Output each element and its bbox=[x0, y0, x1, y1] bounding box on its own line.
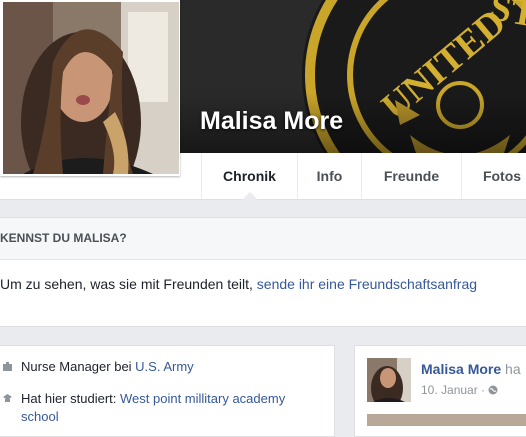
globe-icon[interactable] bbox=[488, 385, 498, 395]
tab-info[interactable]: Info bbox=[297, 153, 361, 199]
profile-photo-image bbox=[3, 2, 179, 174]
graduation-cap-icon bbox=[3, 394, 12, 402]
timeline-post: Malisa More ha 10. Januar · bbox=[354, 345, 526, 437]
post-date[interactable]: 10. Januar bbox=[421, 383, 478, 397]
tab-freunde[interactable]: Freunde bbox=[361, 153, 461, 199]
education-item: Hat hier studiert: West point millitary … bbox=[3, 390, 311, 426]
send-friend-request-link[interactable]: sende ihr eine Freundschaftsanfrag bbox=[257, 276, 477, 292]
tab-chronik[interactable]: Chronik bbox=[201, 153, 297, 200]
panel-title: KENNST DU MALISA? bbox=[0, 231, 127, 245]
education-text: Hat hier studiert: bbox=[21, 391, 120, 406]
post-author: Malisa More ha bbox=[421, 361, 521, 377]
work-item: Nurse Manager bei U.S. Army bbox=[3, 358, 194, 376]
post-author-suffix: ha bbox=[501, 361, 521, 377]
panel-message: Um zu sehen, was sie mit Freunden teilt,… bbox=[0, 276, 477, 292]
post-separator: · bbox=[477, 383, 489, 397]
friend-request-panel: KENNST DU MALISA? Um zu sehen, was sie m… bbox=[0, 217, 526, 327]
tab-fotos[interactable]: Fotos bbox=[461, 153, 526, 199]
post-author-link[interactable]: Malisa More bbox=[421, 361, 501, 377]
intro-card: Nurse Manager bei U.S. Army Hat hier stu… bbox=[0, 345, 335, 437]
work-link[interactable]: U.S. Army bbox=[135, 359, 194, 374]
profile-name[interactable]: Malisa More bbox=[200, 107, 343, 136]
profile-picture[interactable] bbox=[0, 0, 180, 176]
post-avatar-image bbox=[367, 358, 411, 402]
message-text: Um zu sehen, was sie mit Freunden teilt, bbox=[0, 276, 257, 292]
work-text: Nurse Manager bei bbox=[21, 359, 136, 374]
post-avatar[interactable] bbox=[367, 358, 411, 402]
panel-header: KENNST DU MALISA? bbox=[0, 218, 526, 260]
post-image-preview[interactable] bbox=[367, 414, 526, 426]
post-meta: 10. Januar · bbox=[421, 383, 498, 397]
briefcase-icon bbox=[3, 362, 12, 371]
